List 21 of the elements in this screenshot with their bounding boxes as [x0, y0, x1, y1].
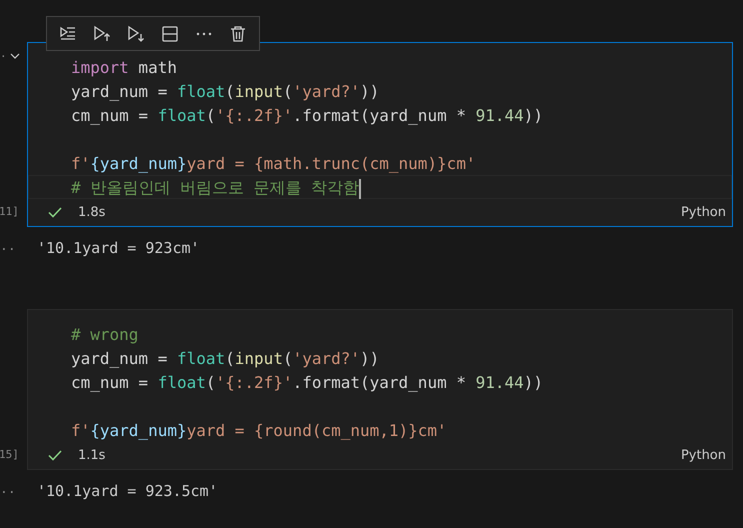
code-line: # 반올림인데 버림으로 문제를 착각함	[71, 178, 360, 197]
language-label[interactable]: Python	[680, 446, 726, 466]
output-text: '10.1yard = 923cm'	[37, 239, 200, 257]
language-label[interactable]: Python	[680, 202, 726, 222]
code-line: # wrong	[71, 325, 138, 344]
execution-time: 1.8s	[78, 204, 106, 222]
code-line: f'{yard_num}yard = {math.trunc(cm_num)}cm'	[71, 154, 476, 173]
code-line: cm_num = float('{:.2f}'.format(yard_num * 91.44))	[71, 106, 544, 125]
text-cursor	[359, 178, 362, 199]
execution-time: 1.1s	[78, 446, 106, 465]
output-text: '10.1yard = 923.5cm'	[37, 482, 218, 500]
code-line: f'{yard_num}yard = {round(cm_num,1)}cm'	[71, 421, 447, 440]
execution-count: 15]	[0, 447, 19, 464]
code-line: yard_num = float(input('yard?'))	[71, 82, 380, 101]
code-line: import math	[71, 58, 177, 77]
gutter-mark: .	[0, 46, 7, 62]
output-prompt: ..	[0, 238, 16, 256]
code-line: cm_num = float('{:.2f}'.format(yard_num * 91.44))	[71, 373, 544, 392]
execution-count: 11]	[0, 204, 19, 220]
code-line: yard_num = float(input('yard?'))	[71, 349, 380, 368]
output-prompt: ..	[0, 481, 16, 499]
